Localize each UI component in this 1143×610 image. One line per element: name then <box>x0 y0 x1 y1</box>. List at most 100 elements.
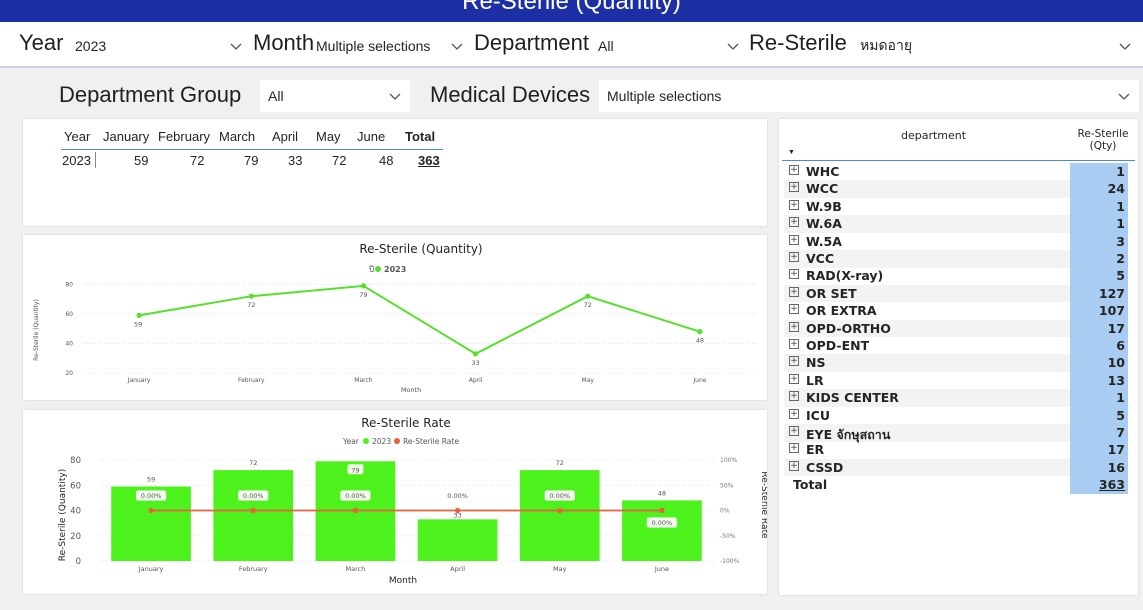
rate-point[interactable] <box>557 507 563 514</box>
table-row[interactable]: + OR EXTRA 107 <box>784 302 1128 320</box>
expand-icon[interactable]: + <box>789 339 799 349</box>
department-table: department Re-Sterile (Qty) ▼ + WHC 1 + WCC 2… <box>779 119 1138 595</box>
expand-icon[interactable]: + <box>789 426 799 436</box>
qty-col-header-line1: Re-Sterile <box>1077 128 1129 140</box>
expand-icon[interactable]: + <box>789 408 799 419</box>
expand-icon[interactable]: + <box>789 460 799 471</box>
dept-qty: 10 <box>1070 354 1128 372</box>
table-row[interactable]: + VCC 2 <box>784 250 1128 268</box>
y-tick-label: 40 <box>65 340 73 347</box>
dept-qty: 13 <box>1070 371 1128 390</box>
x-tick-label: March <box>346 565 366 573</box>
expand-icon[interactable]: + <box>789 182 799 193</box>
expand-icon[interactable]: + <box>789 286 799 297</box>
department-group-dropdown[interactable]: All <box>260 80 410 112</box>
rate-point[interactable] <box>352 507 359 514</box>
table-row[interactable]: + OPD-ENT 6 <box>784 337 1128 355</box>
dept-name: CSSD <box>806 459 844 475</box>
rate-point[interactable] <box>659 507 665 514</box>
table-row[interactable]: + RAD(X-ray) 5 <box>784 267 1128 285</box>
expand-icon[interactable]: + <box>789 356 799 367</box>
table-row[interactable]: + CSSD 16 <box>784 458 1128 477</box>
dept-qty: 17 <box>1070 319 1128 338</box>
table-row[interactable]: + KIDS CENTER 1 <box>784 389 1128 407</box>
filter-bar: Year 2023 Month Multiple selections Depa… <box>0 22 1143 68</box>
matrix-cell-total: 363 <box>418 153 440 168</box>
expand-icon[interactable]: + <box>789 165 799 175</box>
department-dropdown[interactable]: All <box>598 31 740 61</box>
dept-name: ICU <box>806 407 830 423</box>
data-point[interactable] <box>248 293 254 299</box>
department-group-label: Department Group <box>59 82 242 107</box>
bar[interactable] <box>213 470 294 561</box>
bar[interactable] <box>417 519 498 561</box>
resterile-label: Re-Sterile <box>749 30 847 55</box>
data-point[interactable] <box>585 293 591 299</box>
expand-icon[interactable]: + <box>789 321 799 332</box>
dept-qty: 127 <box>1070 284 1128 303</box>
table-row[interactable]: + ICU 5 <box>784 406 1128 425</box>
data-point[interactable] <box>472 351 479 357</box>
table-row[interactable]: + LR 13 <box>784 371 1128 390</box>
dept-qty: 17 <box>1070 441 1128 459</box>
rate-label: 0.00% <box>243 492 264 500</box>
dept-col-header[interactable]: department <box>901 129 966 142</box>
expand-icon[interactable]: + <box>789 234 799 245</box>
dept-name: WCC <box>806 181 839 197</box>
combo-legend-series1: 2023 <box>372 437 391 446</box>
matrix-cell-january: 59 <box>134 153 149 168</box>
expand-icon[interactable]: + <box>789 217 799 228</box>
data-point[interactable] <box>697 329 703 335</box>
month-dropdown[interactable]: Multiple selections <box>316 31 464 61</box>
combo-chart[interactable]: Re-Sterile Rate Year 2023 Re-Sterile Rat… <box>23 410 769 594</box>
y-tick-label: 80 <box>65 281 73 288</box>
line-legend-label: ปี <box>368 265 374 274</box>
rate-label: 0.00% <box>652 519 673 527</box>
dept-name: W.6A <box>806 216 842 232</box>
y-left-tick-label: 80 <box>70 456 81 466</box>
chevron-down-icon <box>388 89 402 103</box>
x-tick-label: January <box>138 565 164 573</box>
expand-icon[interactable]: + <box>789 391 799 402</box>
table-row[interactable]: + WHC 1 <box>784 163 1128 181</box>
table-row[interactable]: + WCC 24 <box>784 180 1128 198</box>
expand-icon[interactable]: + <box>789 373 799 384</box>
table-row[interactable]: + OR SET 127 <box>784 284 1128 303</box>
data-point[interactable] <box>360 283 367 289</box>
table-row[interactable]: + W.6A 1 <box>784 215 1128 233</box>
y-tick-label: 60 <box>65 311 73 318</box>
resterile-dropdown[interactable]: หมดอายุ <box>860 31 1132 61</box>
expand-icon[interactable]: + <box>789 252 799 262</box>
data-point[interactable] <box>136 312 142 318</box>
rate-point[interactable] <box>148 507 154 514</box>
table-row[interactable]: + W.9B 1 <box>784 197 1128 216</box>
data-label: 72 <box>556 459 564 467</box>
combo-x-axis-title: Month <box>389 576 417 586</box>
y-tick-label: 20 <box>65 370 73 377</box>
year-dropdown[interactable]: 2023 <box>75 31 243 61</box>
total-value: 363 <box>1070 476 1128 494</box>
table-row[interactable]: + NS 10 <box>784 354 1128 372</box>
line-legend-series: 2023 <box>384 265 406 274</box>
expand-icon[interactable]: + <box>789 304 799 315</box>
bar[interactable] <box>519 470 600 561</box>
table-row[interactable]: + W.5A 3 <box>784 232 1128 251</box>
sort-desc-icon[interactable]: ▼ <box>788 149 795 156</box>
y-right-tick-label: 0% <box>720 508 730 515</box>
matrix-header-june: June <box>357 129 386 144</box>
table-row[interactable]: + ER 17 <box>784 441 1128 459</box>
total-label: Total <box>793 477 828 493</box>
table-row[interactable]: + EYE จักษุสถาน 7 <box>784 424 1128 442</box>
table-row[interactable]: + OPD-ORTHO 17 <box>784 319 1128 338</box>
line-chart[interactable]: Re-Sterile (Quantity) ปี 2023 Re-Sterile… <box>23 235 767 400</box>
medical-devices-dropdown[interactable]: Multiple selections <box>599 80 1139 112</box>
dept-qty: 16 <box>1070 458 1128 477</box>
expand-icon[interactable]: + <box>789 199 799 210</box>
y-left-tick-label: 20 <box>70 532 81 542</box>
expand-icon[interactable]: + <box>789 443 799 454</box>
qty-col-header[interactable]: Re-Sterile (Qty) <box>1077 128 1129 152</box>
expand-icon[interactable]: + <box>789 269 799 280</box>
rate-point[interactable] <box>250 507 256 514</box>
matrix-header-may: May <box>316 129 341 144</box>
y-left-tick-label: 40 <box>70 507 81 517</box>
